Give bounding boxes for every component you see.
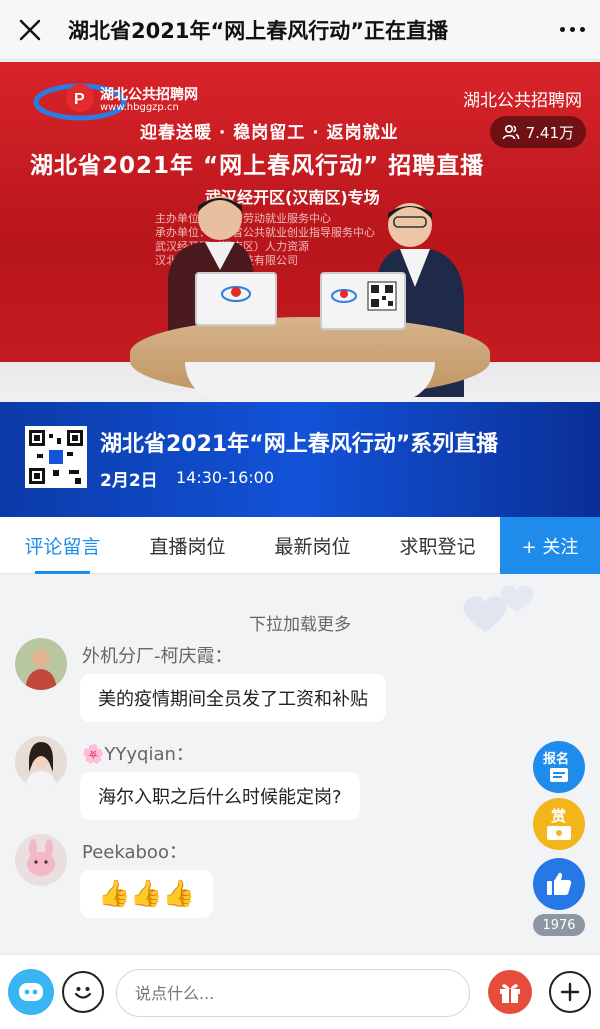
tab-comments[interactable]: 评论留言 xyxy=(0,517,125,574)
more-actions-button[interactable] xyxy=(549,971,591,1013)
smiley-icon xyxy=(74,987,92,999)
laptop-logo-icon xyxy=(221,286,251,302)
avatar xyxy=(15,638,67,690)
signup-button[interactable]: 报名 xyxy=(533,741,585,793)
desk-base xyxy=(185,362,435,402)
svg-text:赏: 赏 xyxy=(551,807,566,825)
reward-icon: 赏 xyxy=(547,807,571,840)
more-icon-dot xyxy=(579,27,585,32)
tab-job-registration[interactable]: 求职登记 xyxy=(375,517,500,574)
comment-author: Peekaboo： xyxy=(82,842,187,863)
comment-author: 外机分厂-柯庆霞： xyxy=(82,646,233,667)
more-icon xyxy=(559,27,565,32)
strip-date: 2月2日 xyxy=(100,471,158,491)
thumbs-up-icon xyxy=(547,872,572,895)
like-count: 1976 xyxy=(533,914,585,936)
svg-text:P: P xyxy=(74,91,85,108)
title-bar: 湖北省2021年“网上春风行动”正在直播 xyxy=(0,0,600,60)
signup-icon: 报名 xyxy=(543,751,569,782)
bottom-bar xyxy=(0,954,600,1029)
close-button[interactable] xyxy=(0,0,60,60)
tab-latest-jobs[interactable]: 最新岗位 xyxy=(250,517,375,574)
strip-time: 14:30-16:00 xyxy=(176,468,274,487)
viewer-count-badge: 7.41万 xyxy=(489,116,586,148)
comment-author: 🌸YYyqian： xyxy=(82,744,194,765)
svg-text:报名: 报名 xyxy=(543,751,569,767)
plus-icon xyxy=(560,982,580,1002)
broadcast-info-strip: 湖北省2021年“网上春风行动”系列直播 2月2日 14:30-16:00 xyxy=(0,402,600,517)
slogan: 迎春送暖 · 稳岗留工 · 返岗就业 xyxy=(140,123,399,143)
tab-bar: 评论留言 直播岗位 最新岗位 求职登记 + 关注 xyxy=(0,517,600,574)
qr-code-icon xyxy=(29,430,83,484)
qr-code xyxy=(25,426,87,488)
comment-input[interactable] xyxy=(116,969,470,1017)
robot-avatar-icon xyxy=(19,983,43,1001)
live-video-player[interactable]: P 湖北公共招聘网 www.hbggzp.cn 湖北公共招聘网 迎春送暖 · 稳… xyxy=(0,62,600,517)
comment-text: 👍👍👍 xyxy=(80,870,214,918)
strip-title: 湖北省2021年“网上春风行动”系列直播 xyxy=(100,432,499,457)
user-avatar-icon xyxy=(15,834,67,886)
more-button[interactable] xyxy=(544,0,600,60)
tab-live-jobs[interactable]: 直播岗位 xyxy=(125,517,250,574)
close-icon xyxy=(19,19,41,40)
logo-url: www.hbggzp.cn xyxy=(100,102,179,113)
people-icon xyxy=(502,124,519,140)
comment-text: 海尔入职之后什么时候能定岗? xyxy=(80,772,360,820)
viewer-count: 7.41万 xyxy=(525,123,574,142)
broadcast-heading: 湖北省2021年 “网上春风行动” 招聘直播 xyxy=(30,153,485,179)
follow-button[interactable]: + 关注 xyxy=(500,517,600,574)
page-title: 湖北省2021年“网上春风行动”正在直播 xyxy=(68,18,449,43)
laptop-right xyxy=(320,272,406,330)
like-button[interactable] xyxy=(533,858,585,910)
user-avatar-icon xyxy=(15,736,67,788)
emoji-button[interactable] xyxy=(62,971,104,1013)
my-avatar-button[interactable] xyxy=(8,969,54,1015)
gift-icon xyxy=(500,984,520,1003)
brand-watermark: 湖北公共招聘网 xyxy=(463,91,582,111)
avatar xyxy=(15,736,67,788)
reward-button[interactable]: 赏 xyxy=(533,798,585,850)
avatar xyxy=(15,834,67,886)
user-avatar-icon xyxy=(15,638,67,690)
logo-text: 湖北公共招聘网 xyxy=(100,87,198,103)
laptop-left xyxy=(195,272,277,326)
more-icon-dot xyxy=(569,27,575,32)
comment-text: 美的疫情期间全员发了工资和补贴 xyxy=(80,674,386,722)
gift-button[interactable] xyxy=(488,970,532,1014)
floating-hearts-icon xyxy=(463,585,534,632)
laptop-qr-icon xyxy=(331,281,397,311)
